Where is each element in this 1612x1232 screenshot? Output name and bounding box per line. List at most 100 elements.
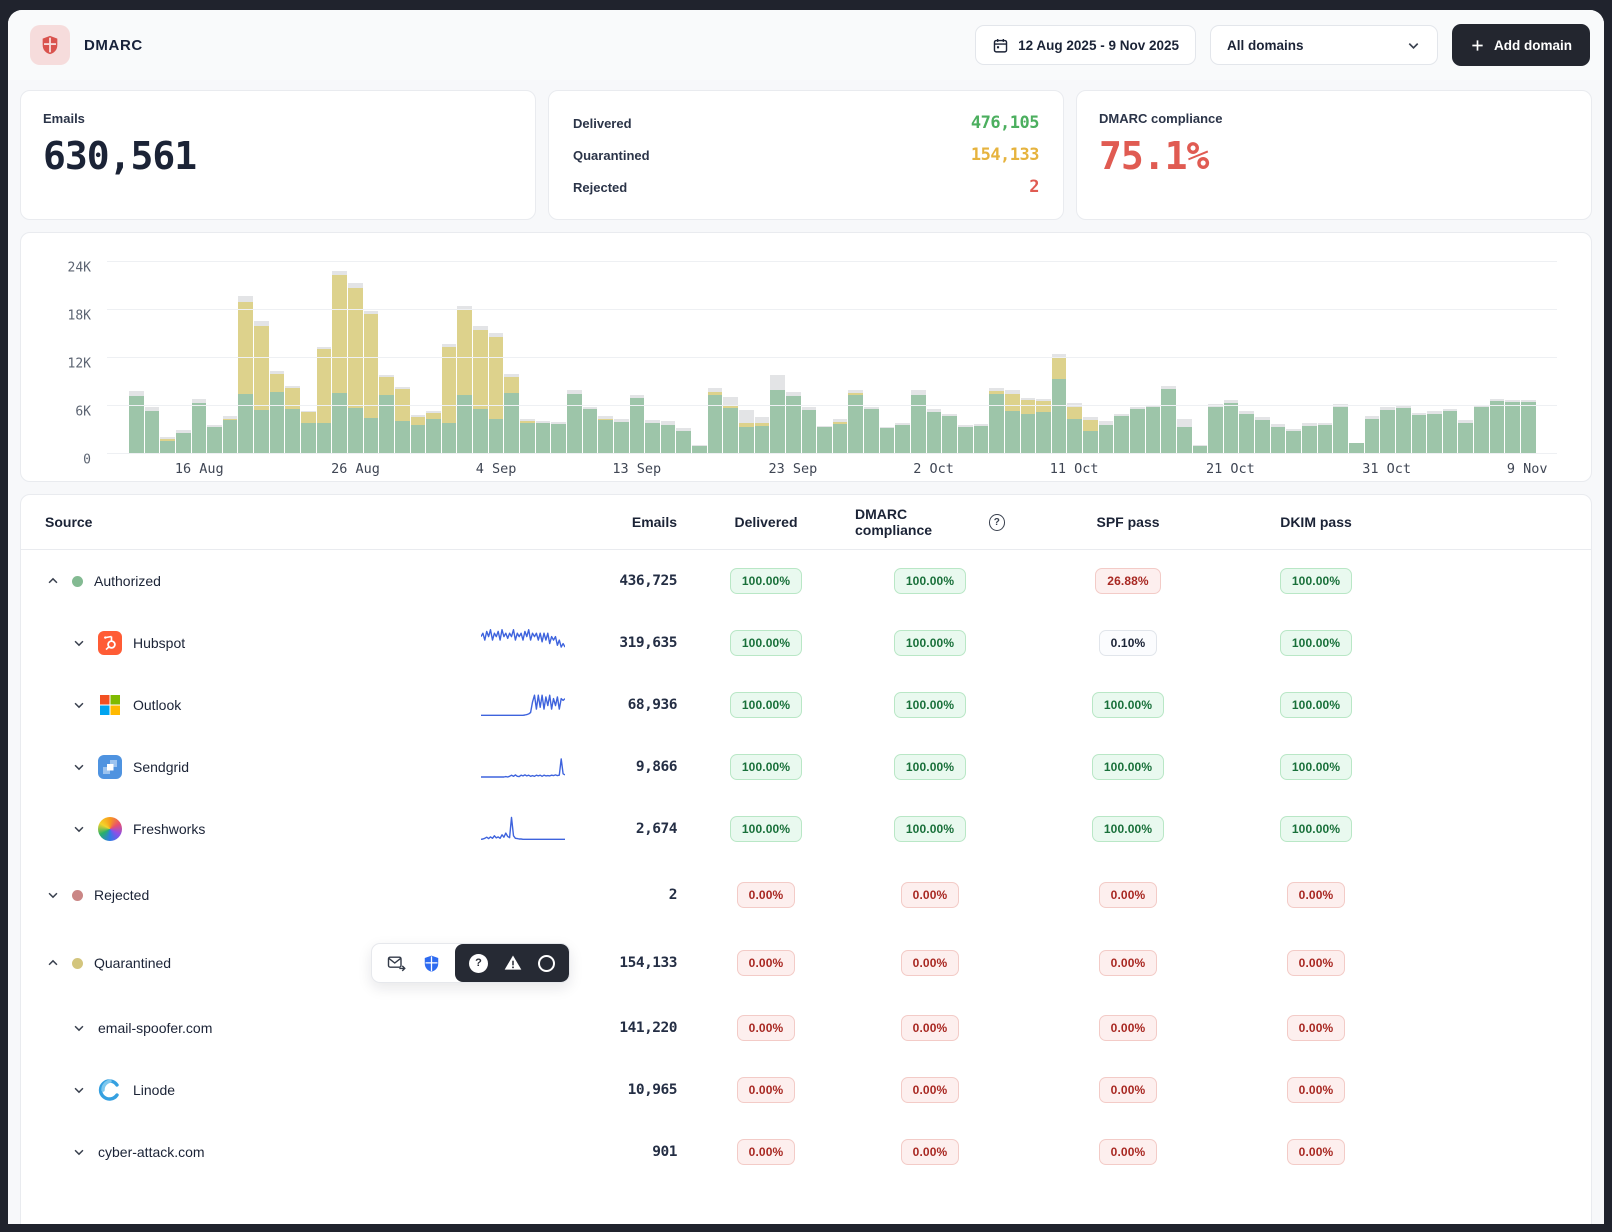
stacked-bar[interactable]: [942, 414, 957, 453]
row-expand-chevron-icon[interactable]: [71, 821, 87, 837]
stacked-bar[interactable]: [473, 326, 488, 453]
stacked-bar[interactable]: [160, 437, 175, 453]
table-row[interactable]: Rejected 2 0.00% 0.00% 0.00% 0.00%: [21, 864, 1591, 926]
stacked-bar[interactable]: [974, 424, 989, 453]
stacked-bar[interactable]: [1271, 424, 1286, 453]
stacked-bar[interactable]: [1443, 409, 1458, 453]
stacked-bar[interactable]: [1193, 445, 1208, 453]
row-expand-chevron-icon[interactable]: [71, 697, 87, 713]
stacked-bar[interactable]: [1349, 443, 1364, 453]
stacked-bar[interactable]: [1333, 404, 1348, 453]
stacked-bar[interactable]: [1365, 416, 1380, 453]
stacked-bar[interactable]: [645, 420, 660, 453]
stacked-bar[interactable]: [786, 392, 801, 453]
stacked-bar[interactable]: [536, 421, 551, 453]
stacked-bar[interactable]: [1412, 413, 1427, 453]
row-expand-chevron-icon[interactable]: [45, 887, 61, 903]
stacked-bar[interactable]: [583, 407, 598, 453]
stacked-bar[interactable]: [504, 374, 519, 453]
stacked-bar[interactable]: [207, 425, 222, 453]
table-row[interactable]: cyber-attack.com 901 0.00% 0.00% 0.00% 0…: [21, 1121, 1591, 1183]
warning-icon[interactable]: [503, 953, 523, 973]
stacked-bar[interactable]: [802, 407, 817, 453]
stacked-bar[interactable]: [614, 419, 629, 453]
stacked-bar[interactable]: [238, 296, 253, 453]
table-row[interactable]: Authorized 436,725 100.00% 100.00% 26.88…: [21, 550, 1591, 612]
stacked-bar[interactable]: [270, 371, 285, 453]
stacked-bar[interactable]: [285, 386, 300, 453]
stacked-bar[interactable]: [301, 411, 316, 453]
shield-icon[interactable]: [422, 954, 441, 973]
stacked-bar[interactable]: [1161, 386, 1176, 453]
stacked-bar[interactable]: [1490, 399, 1505, 453]
stacked-bar[interactable]: [332, 271, 347, 453]
row-expand-chevron-icon[interactable]: [71, 635, 87, 651]
domain-filter-select[interactable]: All domains: [1210, 25, 1438, 65]
stacked-bar[interactable]: [598, 416, 613, 453]
stacked-bar[interactable]: [1099, 421, 1114, 453]
stacked-bar[interactable]: [145, 407, 160, 453]
table-row[interactable]: email-spoofer.com 141,220 0.00% 0.00% 0.…: [21, 997, 1591, 1059]
stacked-bar[interactable]: [692, 445, 707, 453]
stacked-bar[interactable]: [1067, 403, 1082, 453]
stacked-bar[interactable]: [317, 347, 332, 453]
stacked-bar[interactable]: [895, 423, 910, 453]
table-row[interactable]: Sendgrid 9,866 100.00% 100.00% 100.00% 1…: [21, 736, 1591, 798]
stacked-bar[interactable]: [1474, 405, 1489, 453]
stacked-bar[interactable]: [661, 421, 676, 453]
stacked-bar[interactable]: [1396, 406, 1411, 453]
stacked-bar[interactable]: [1130, 407, 1145, 453]
stacked-bar[interactable]: [1380, 407, 1395, 453]
stacked-bar[interactable]: [192, 399, 207, 453]
stacked-bar[interactable]: [880, 427, 895, 453]
stacked-bar[interactable]: [379, 375, 394, 453]
stacked-bar[interactable]: [676, 428, 691, 453]
stacked-bar[interactable]: [520, 419, 535, 453]
stacked-bar[interactable]: [129, 391, 144, 453]
stacked-bar[interactable]: [833, 419, 848, 453]
table-row[interactable]: Quarantined 154,133 0.00% 0.00% 0.00% 0.…: [21, 932, 1591, 994]
stacked-bar[interactable]: [1505, 400, 1520, 453]
stacked-bar[interactable]: [848, 390, 863, 453]
stacked-bar[interactable]: [1083, 417, 1098, 453]
row-expand-chevron-icon[interactable]: [71, 759, 87, 775]
stacked-bar[interactable]: [1224, 400, 1239, 453]
stacked-bar[interactable]: [1114, 414, 1129, 453]
stacked-bar[interactable]: [1036, 399, 1051, 453]
stacked-bar[interactable]: [1427, 411, 1442, 453]
stacked-bar[interactable]: [254, 321, 269, 453]
stacked-bar[interactable]: [364, 311, 379, 453]
stacked-bar[interactable]: [567, 390, 582, 453]
stacked-bar[interactable]: [1286, 429, 1301, 453]
stacked-bar[interactable]: [1146, 405, 1161, 453]
date-range-picker[interactable]: 12 Aug 2025 - 9 Nov 2025: [975, 25, 1196, 65]
stacked-bar[interactable]: [817, 426, 832, 453]
table-row[interactable]: Freshworks 2,674 100.00% 100.00% 100.00%…: [21, 798, 1591, 860]
help-icon[interactable]: ?: [989, 514, 1005, 531]
stacked-bar[interactable]: [958, 425, 973, 453]
table-row[interactable]: Hubspot 319,635 100.00% 100.00% 0.10% 10…: [21, 612, 1591, 674]
circle-icon[interactable]: [538, 955, 555, 972]
stacked-bar[interactable]: [1021, 398, 1036, 453]
stacked-bar[interactable]: [708, 388, 723, 453]
stacked-bar[interactable]: [395, 387, 410, 453]
row-expand-chevron-icon[interactable]: [45, 955, 61, 971]
stacked-bar[interactable]: [755, 417, 770, 453]
row-expand-chevron-icon[interactable]: [71, 1020, 87, 1036]
table-row[interactable]: Linode 10,965 0.00% 0.00% 0.00% 0.00%: [21, 1059, 1591, 1121]
stacked-bar[interactable]: [1521, 400, 1536, 453]
stacked-bar[interactable]: [1318, 423, 1333, 453]
stacked-bar[interactable]: [1177, 419, 1192, 453]
stacked-bar[interactable]: [770, 375, 785, 453]
stacked-bar[interactable]: [1255, 417, 1270, 453]
stacked-bar[interactable]: [1458, 420, 1473, 453]
add-domain-button[interactable]: Add domain: [1452, 24, 1590, 66]
stacked-bar[interactable]: [927, 409, 942, 453]
row-expand-chevron-icon[interactable]: [71, 1144, 87, 1160]
help-icon[interactable]: ?: [469, 954, 488, 973]
row-expand-chevron-icon[interactable]: [71, 1082, 87, 1098]
stacked-bar[interactable]: [739, 410, 754, 453]
stacked-bar[interactable]: [176, 430, 191, 453]
stacked-bar[interactable]: [911, 390, 926, 453]
stacked-bar[interactable]: [426, 411, 441, 453]
